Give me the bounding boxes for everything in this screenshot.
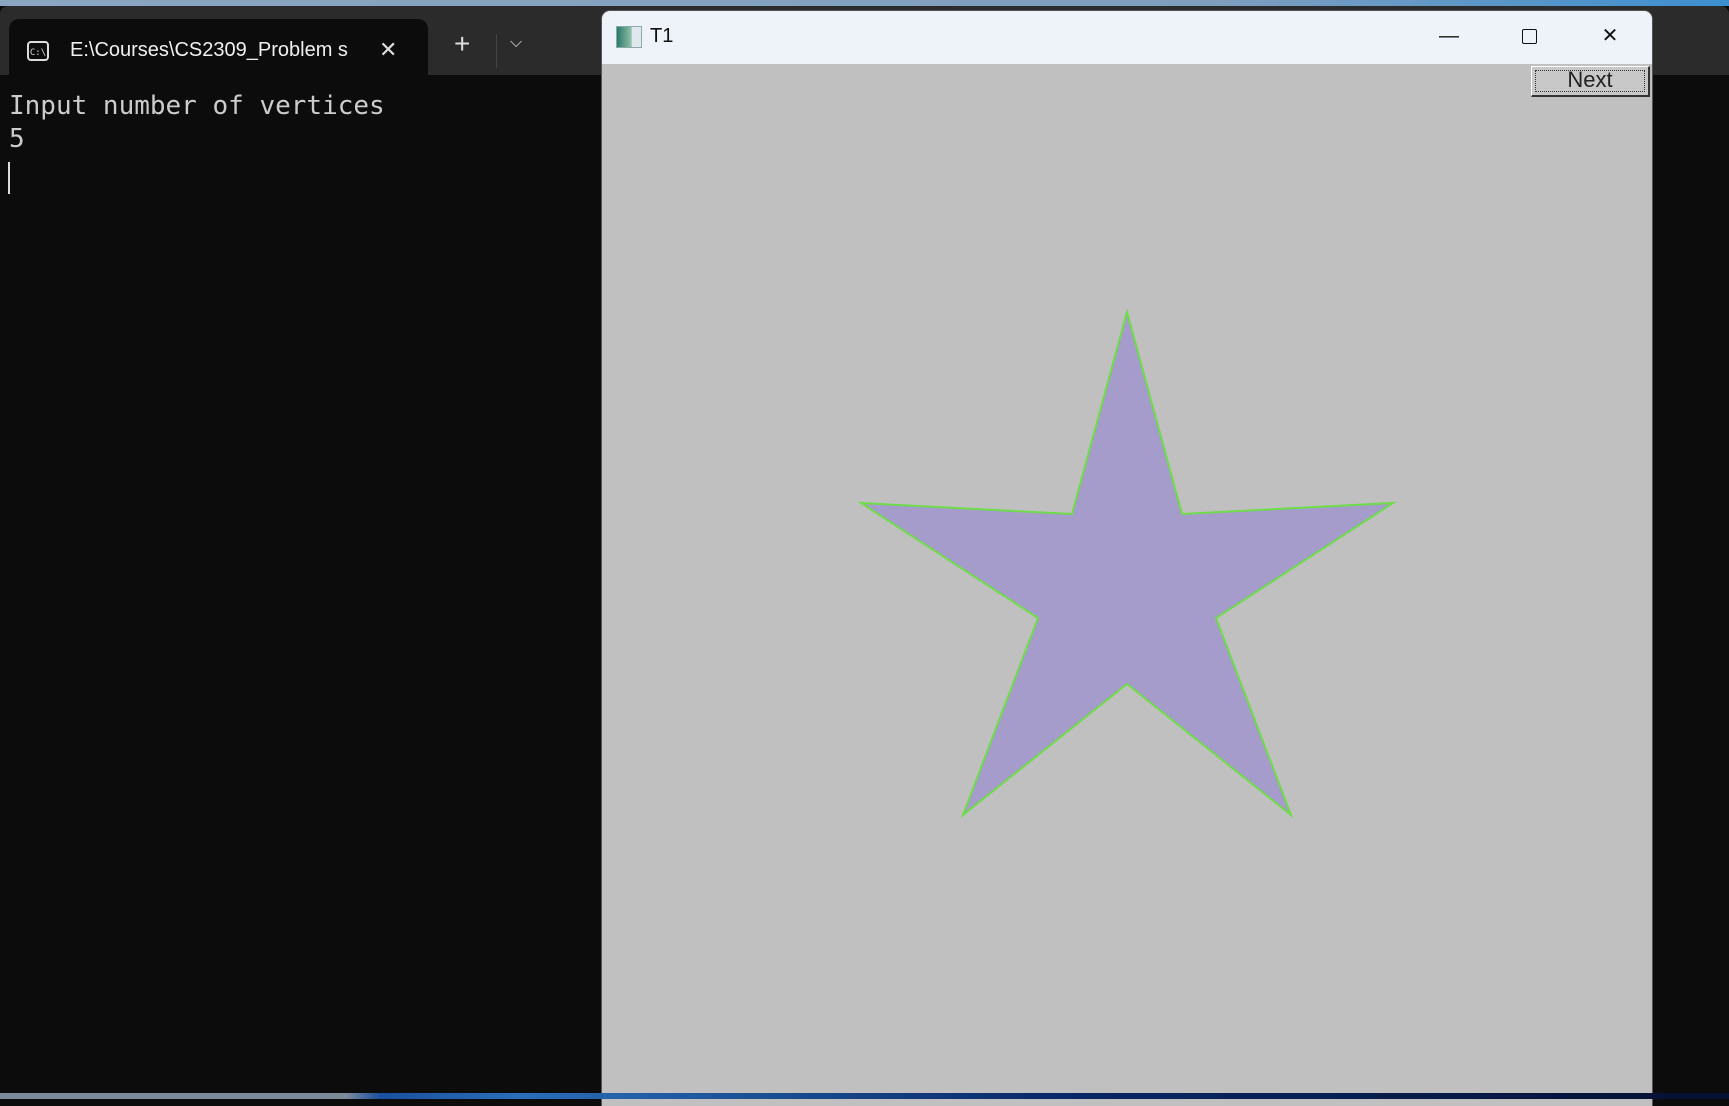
close-tab-icon[interactable]: ✕ — [379, 37, 397, 63]
next-button[interactable]: Next — [1531, 66, 1650, 97]
t1-window: T1 — ✕ Next — [602, 11, 1652, 1106]
minimize-icon[interactable]: — — [1426, 21, 1472, 51]
console-line: Input number of vertices — [9, 91, 385, 121]
cmd-icon: C:\ — [27, 41, 49, 61]
desktop-wallpaper-bottom — [0, 1093, 1729, 1099]
chevron-down-icon[interactable]: ⌵ — [510, 34, 522, 52]
new-tab-button[interactable]: + — [454, 30, 470, 58]
title-bar[interactable]: T1 — ✕ — [602, 11, 1652, 64]
close-icon[interactable]: ✕ — [1587, 21, 1633, 51]
console-line: 5 — [9, 124, 25, 154]
app-icon — [616, 26, 642, 48]
maximize-icon[interactable] — [1506, 21, 1552, 51]
drawing-canvas — [857, 308, 1397, 819]
text-cursor — [8, 162, 10, 194]
console-output[interactable]: Input number of vertices 5 — [9, 90, 385, 156]
terminal-tab[interactable]: C:\ E:\Courses\CS2309_Problem s ✕ — [9, 19, 428, 81]
divider — [496, 34, 497, 68]
window-title: T1 — [650, 25, 674, 47]
star-shape — [857, 308, 1397, 819]
tab-title: E:\Courses\CS2309_Problem s — [70, 39, 348, 61]
